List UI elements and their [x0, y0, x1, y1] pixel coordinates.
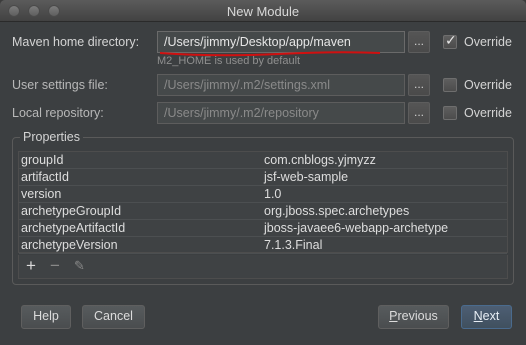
table-row[interactable]: version 1.0: [19, 186, 507, 203]
table-row[interactable]: archetypeArtifactId jboss-javaee6-webapp…: [19, 220, 507, 237]
user-settings-label: User settings file:: [12, 78, 108, 92]
remove-icon[interactable]: −: [50, 256, 60, 276]
local-repo-field[interactable]: /Users/jimmy/.m2/repository: [157, 102, 405, 124]
property-value: 7.1.3.Final: [264, 238, 323, 252]
user-settings-browse-button[interactable]: ...: [408, 74, 430, 96]
next-label: ext: [482, 309, 500, 323]
local-repo-label: Local repository:: [12, 106, 104, 120]
local-repo-override-checkbox[interactable]: [443, 106, 457, 120]
property-key: archetypeGroupId: [21, 204, 122, 218]
window-title: New Module: [226, 4, 300, 19]
table-row[interactable]: groupId com.cnblogs.yjmyzz: [19, 152, 507, 169]
property-key: groupId: [21, 153, 64, 167]
checkmark-icon: ✓: [445, 32, 457, 48]
property-value: com.cnblogs.yjmyzz: [264, 153, 376, 167]
previous-mnemonic: P: [389, 309, 398, 323]
maven-home-override-checkbox[interactable]: ✓: [443, 32, 457, 49]
maven-home-override-label: Override: [464, 35, 512, 49]
maven-home-label: Maven home directory:: [12, 35, 140, 49]
property-key: artifactId: [21, 170, 69, 184]
property-value: jsf-web-sample: [264, 170, 349, 184]
maven-home-browse-button[interactable]: ...: [408, 31, 430, 53]
properties-title: Properties: [20, 130, 83, 144]
help-button[interactable]: Help: [21, 305, 71, 329]
title-bar: New Module: [0, 0, 526, 22]
next-mnemonic: N: [473, 309, 483, 323]
cancel-button[interactable]: Cancel: [82, 305, 145, 329]
new-module-dialog: New Module Maven home directory: /Users/…: [0, 0, 526, 345]
table-row[interactable]: archetypeGroupId org.jboss.spec.archetyp…: [19, 203, 507, 220]
properties-toolbar: + − ✎: [18, 255, 508, 279]
property-value: org.jboss.spec.archetypes: [264, 204, 410, 218]
table-row[interactable]: artifactId jsf-web-sample: [19, 169, 507, 186]
property-value: 1.0: [264, 187, 282, 201]
local-repo-browse-button[interactable]: ...: [408, 102, 430, 124]
previous-button[interactable]: Previous: [378, 305, 449, 329]
next-button[interactable]: Next: [461, 305, 512, 329]
property-value: jboss-javaee6-webapp-archetype: [264, 221, 449, 235]
local-repo-override-label: Override: [464, 106, 512, 120]
user-settings-override-checkbox[interactable]: [443, 78, 457, 92]
property-key: archetypeVersion: [21, 238, 118, 252]
add-icon[interactable]: +: [26, 256, 36, 276]
maven-home-hint: M2_HOME is used by default: [157, 55, 301, 67]
user-settings-field[interactable]: /Users/jimmy/.m2/settings.xml: [157, 74, 405, 96]
property-key: version: [21, 187, 62, 201]
table-row[interactable]: archetypeVersion 7.1.3.Final: [19, 237, 507, 254]
edit-icon[interactable]: ✎: [74, 258, 85, 274]
property-key: archetypeArtifactId: [21, 221, 126, 235]
user-settings-override-label: Override: [464, 78, 512, 92]
properties-table: groupId com.cnblogs.yjmyzz artifactId js…: [18, 151, 508, 254]
previous-label: revious: [397, 309, 438, 323]
